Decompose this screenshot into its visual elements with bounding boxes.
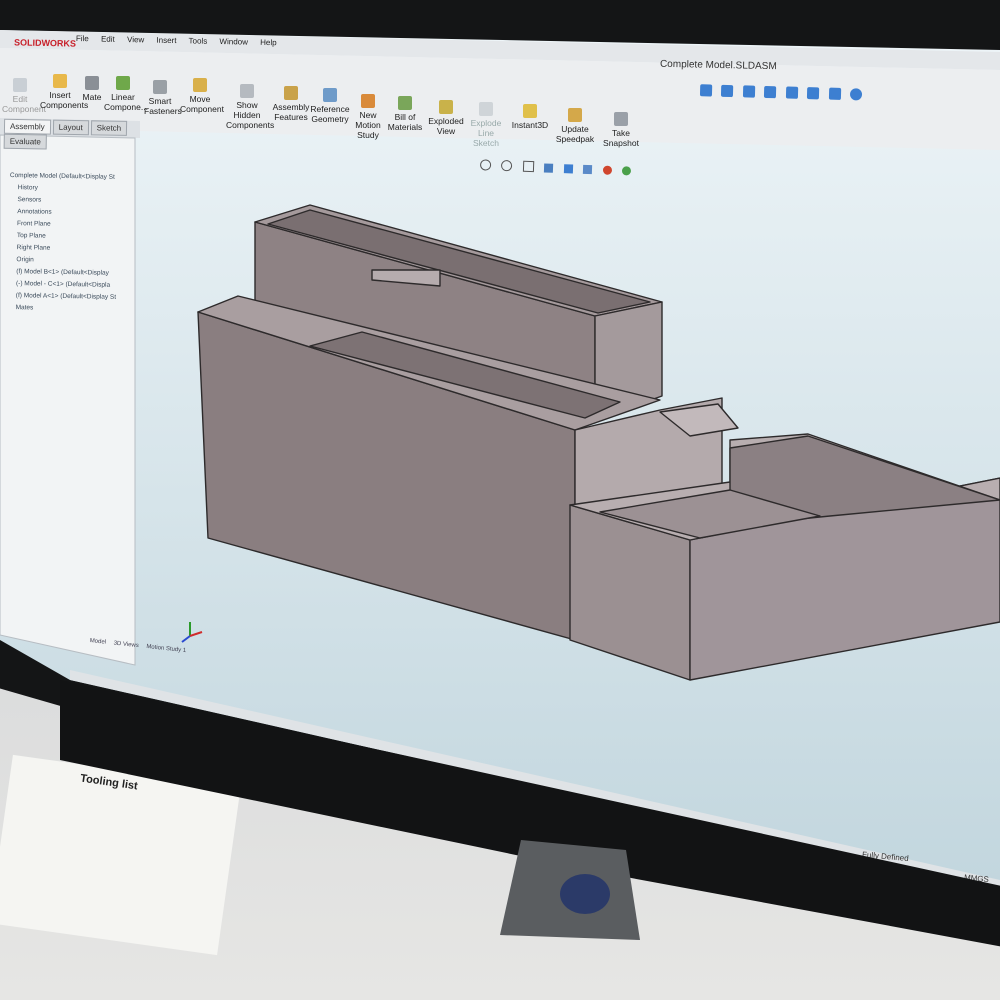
assembly-model[interactable] <box>197 204 1000 681</box>
coordinate-triad-icon <box>181 622 203 643</box>
computer-mouse <box>560 874 610 914</box>
